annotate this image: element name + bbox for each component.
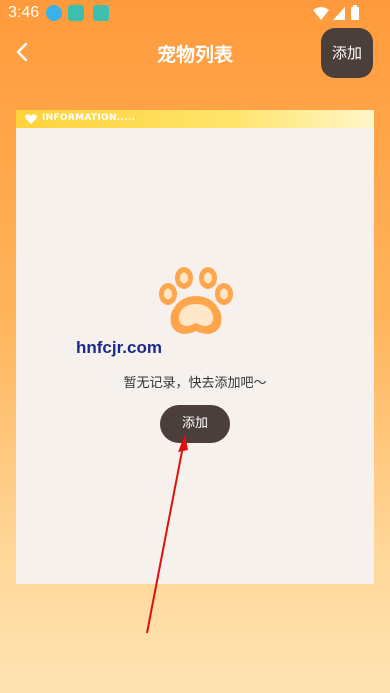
pet-list-card: INFORMATION..... hnfcjr.com 暂无记录，快去添加吧～ …	[16, 110, 374, 584]
heart-icon	[25, 114, 37, 124]
download-icon	[46, 5, 62, 21]
card-header-label: INFORMATION.....	[42, 113, 136, 123]
wifi-icon	[313, 7, 329, 20]
add-button-top[interactable]: 添加	[321, 28, 373, 78]
add-button-center[interactable]: 添加	[160, 405, 230, 443]
signal-icon	[333, 7, 345, 20]
status-bar: 3:46	[0, 0, 390, 28]
card-header: INFORMATION.....	[16, 110, 374, 128]
status-time: 3:46	[8, 4, 40, 21]
app-notification-icon	[93, 5, 109, 21]
battery-icon	[351, 5, 359, 20]
watermark: hnfcjr.com	[76, 338, 162, 357]
paw-icon	[159, 267, 233, 334]
app-notification-icon	[68, 5, 84, 21]
empty-state-text: 暂无记录，快去添加吧～	[123, 376, 267, 391]
nav-bar: 宠物列表 添加	[0, 28, 390, 78]
